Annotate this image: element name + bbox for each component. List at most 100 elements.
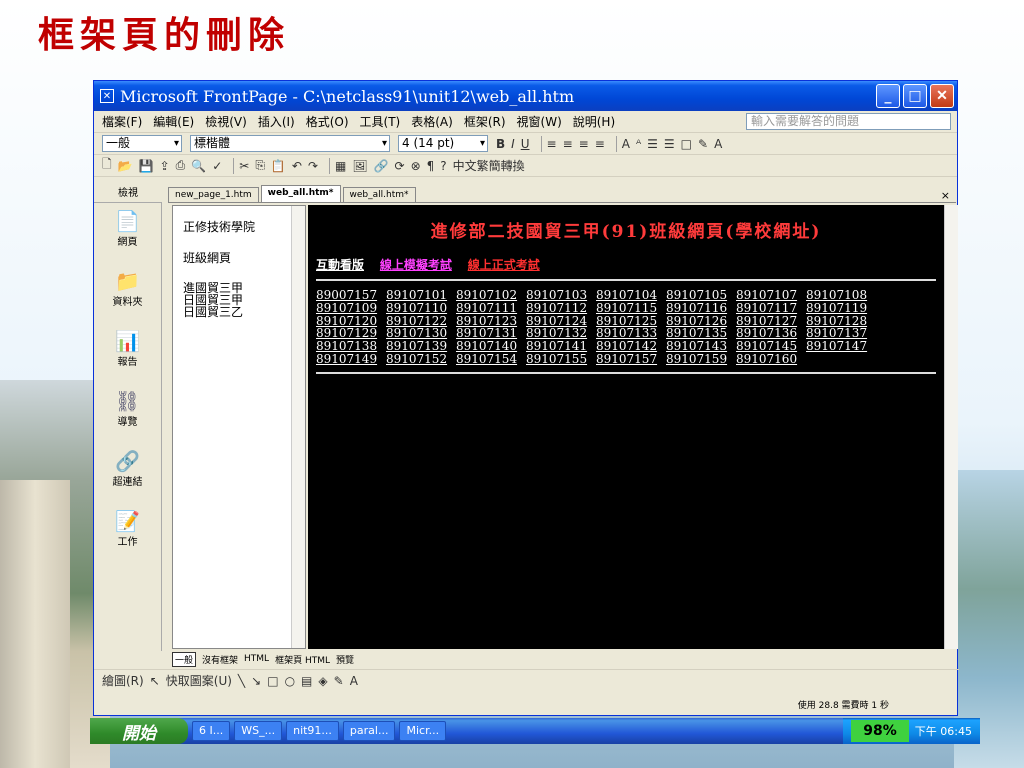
mode-preview[interactable]: 預覽 (336, 653, 354, 666)
line-icon[interactable]: ╲ (238, 674, 245, 688)
underline-icon[interactable]: U (521, 137, 530, 151)
title-bar[interactable]: ✕ Microsoft FrontPage - C:\netclass91\un… (94, 81, 957, 111)
taskbar-item[interactable]: nit91... (286, 721, 339, 741)
cut-icon[interactable]: ✂ (239, 159, 249, 173)
view-navigation[interactable]: ⛓ 導覽 (94, 383, 161, 443)
student-id-link[interactable]: 89107112 (526, 301, 596, 315)
copy-icon[interactable]: ⎘ (255, 158, 265, 173)
arrow-icon[interactable]: ↘ (251, 674, 261, 688)
student-id-link[interactable]: 89107110 (386, 301, 456, 315)
autoshapes-menu[interactable]: 快取圖案(U) (166, 672, 232, 689)
picture-icon[interactable]: 🖼 (352, 159, 367, 173)
highlight-icon[interactable]: ✎ (698, 137, 708, 151)
view-tasks[interactable]: 📝 工作 (94, 503, 161, 563)
menu-view[interactable]: 檢視(V) (205, 113, 247, 130)
textbox-icon[interactable]: ▤ (301, 674, 312, 688)
shrink-font-icon[interactable]: ᴬ (636, 137, 641, 151)
link-bulletin[interactable]: 互動看版 (316, 258, 364, 272)
font-color-draw-icon[interactable]: A (350, 674, 358, 688)
publish-icon[interactable]: ⇪ (160, 159, 170, 173)
italic-icon[interactable]: I (511, 137, 515, 151)
mode-frames-html[interactable]: 框架頁 HTML (275, 653, 330, 666)
main-frame[interactable]: 進修部二技國貿三甲(91)班級網頁(學校網址) 互動看版 線上模擬考試 線上正式… (308, 205, 958, 649)
view-hyperlinks[interactable]: 🔗 超連結 (94, 443, 161, 503)
spelling-icon[interactable]: ✓ (212, 159, 222, 173)
class-page-link[interactable]: 班級網頁 (183, 249, 295, 266)
student-id-link[interactable]: 89107116 (666, 301, 736, 315)
student-id-link[interactable]: 89107101 (386, 289, 456, 302)
mode-no-frames[interactable]: 沒有框架 (202, 653, 238, 666)
student-id-link[interactable]: 89107155 (526, 353, 596, 366)
conversion-button[interactable]: 中文繁簡轉換 (453, 157, 525, 174)
help-icon[interactable]: ? (440, 159, 446, 173)
show-all-icon[interactable]: ¶ (427, 159, 435, 173)
table-icon[interactable]: ▦ (335, 159, 346, 173)
bullets-icon[interactable]: ☰ (664, 137, 675, 151)
student-id-link[interactable]: 89107111 (456, 301, 526, 315)
close-icon[interactable]: × (941, 189, 950, 202)
left-frame-scrollbar[interactable] (291, 206, 305, 648)
student-id-link[interactable]: 89107115 (596, 301, 666, 315)
refresh-icon[interactable]: ⟳ (395, 159, 405, 173)
style-combo[interactable]: 一般 (102, 135, 182, 152)
menu-frames[interactable]: 框架(R) (464, 113, 506, 130)
menu-file[interactable]: 檔案(F) (102, 113, 142, 130)
paste-icon[interactable]: 📋 (271, 159, 286, 173)
border-icon[interactable]: □ (681, 137, 692, 151)
start-button[interactable]: 開始 (90, 718, 188, 744)
menu-format[interactable]: 格式(O) (306, 113, 349, 130)
minimize-button[interactable]: _ (876, 84, 900, 108)
taskbar-item[interactable]: 6 I... (192, 721, 231, 741)
tab-web-all-2[interactable]: web_all.htm* (342, 187, 416, 202)
student-id-link[interactable]: 89107104 (596, 289, 666, 302)
taskbar-item[interactable]: WS_... (234, 721, 283, 741)
link-formal-exam[interactable]: 線上正式考試 (468, 258, 540, 272)
stop-icon[interactable]: ⊗ (411, 159, 421, 173)
tab-web-all[interactable]: web_all.htm* (260, 185, 341, 202)
menu-window[interactable]: 視窗(W) (517, 113, 562, 130)
student-id-link[interactable]: 89107103 (526, 289, 596, 302)
student-id-link[interactable]: 89107159 (666, 353, 736, 366)
numbering-icon[interactable]: ☰ (647, 137, 658, 151)
mode-html[interactable]: HTML (244, 654, 269, 664)
grow-font-icon[interactable]: A (622, 137, 630, 151)
help-search-input[interactable]: 輸入需要解答的問題 (746, 113, 951, 130)
draw-menu[interactable]: 繪圖(R) (102, 672, 144, 689)
view-reports[interactable]: 📊 報告 (94, 323, 161, 383)
main-frame-scrollbar[interactable] (944, 205, 958, 649)
justify-icon[interactable]: ≡ (595, 137, 605, 151)
close-button[interactable]: ✕ (930, 84, 954, 108)
student-id-link[interactable]: 89107108 (806, 289, 876, 302)
save-icon[interactable]: 💾 (139, 159, 154, 173)
redo-icon[interactable]: ↷ (308, 159, 318, 173)
taskbar-item[interactable]: paral... (342, 721, 396, 741)
dept-link[interactable]: 日國貿三乙 (183, 306, 295, 318)
taskbar-item[interactable]: Micr... (399, 721, 447, 741)
view-folders[interactable]: 📁 資料夾 (94, 263, 161, 323)
student-id-link[interactable]: 89107147 (806, 340, 876, 353)
preview-icon[interactable]: 🔍 (191, 159, 206, 173)
new-icon[interactable]: 🗋 (102, 155, 112, 176)
font-combo[interactable]: 標楷體 (190, 135, 390, 152)
menu-help[interactable]: 說明(H) (573, 113, 615, 130)
view-page[interactable]: 📄 網頁 (94, 203, 161, 263)
menu-edit[interactable]: 編輯(E) (153, 113, 194, 130)
student-id-link[interactable]: 89107152 (386, 353, 456, 366)
student-id-link[interactable]: 89107154 (456, 353, 526, 366)
menu-table[interactable]: 表格(A) (411, 113, 453, 130)
oval-icon[interactable]: ○ (285, 674, 295, 688)
student-id-link[interactable]: 89107109 (316, 301, 386, 315)
undo-icon[interactable]: ↶ (292, 159, 302, 173)
open-icon[interactable]: 📂 (118, 159, 133, 173)
student-id-link[interactable]: 89107105 (666, 289, 736, 302)
student-id-link[interactable]: 89107157 (596, 353, 666, 366)
align-right-icon[interactable]: ≡ (579, 137, 589, 151)
left-frame[interactable]: 正修技術學院 班級網頁 進國貿三甲 日國貿三甲 日國貿三乙 (172, 205, 306, 649)
bold-icon[interactable]: B (496, 137, 505, 151)
menu-tools[interactable]: 工具(T) (360, 113, 401, 130)
select-arrow-icon[interactable]: ↖ (150, 674, 160, 688)
align-left-icon[interactable]: ≡ (547, 137, 557, 151)
mode-normal[interactable]: 一般 (172, 651, 197, 667)
fill-color-icon[interactable]: ◈ (318, 674, 327, 688)
maximize-button[interactable]: □ (903, 84, 927, 108)
